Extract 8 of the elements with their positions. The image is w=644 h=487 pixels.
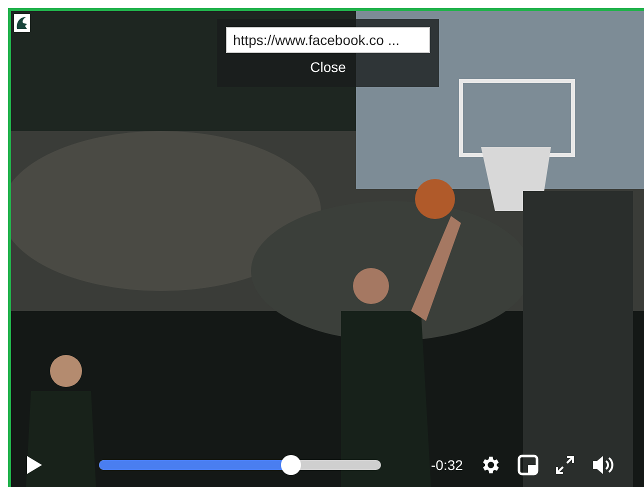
volume-button[interactable]: [590, 454, 615, 476]
fullscreen-button[interactable]: [554, 455, 575, 475]
remaining-time: -0:32: [431, 457, 463, 473]
close-link[interactable]: Close: [310, 59, 346, 75]
miniplayer-button[interactable]: [516, 454, 539, 476]
logo-icon: [14, 14, 30, 32]
play-button[interactable]: [25, 455, 43, 475]
url-field[interactable]: https://www.facebook.co ...: [226, 27, 430, 53]
